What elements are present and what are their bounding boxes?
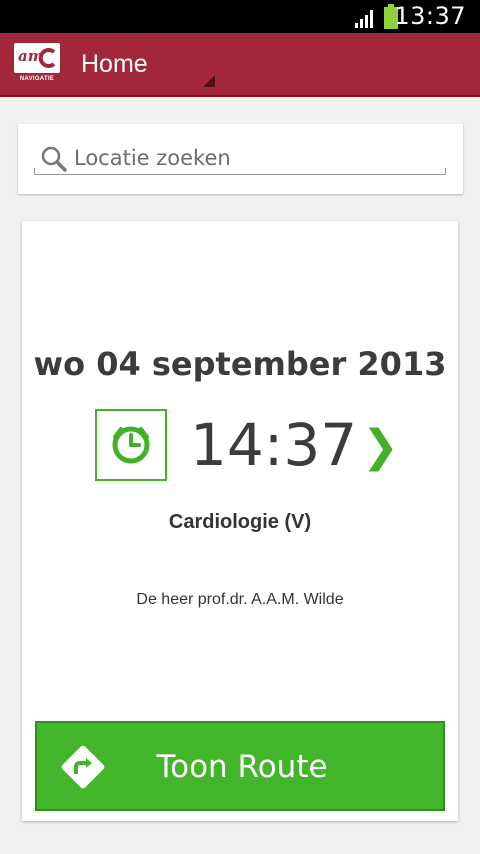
dropdown-indicator-icon — [203, 75, 215, 87]
action-bar: am NAVIGATIE Home — [0, 33, 480, 97]
page-title[interactable]: Home — [81, 50, 148, 79]
search-card — [18, 124, 463, 194]
status-time: 13:37 — [394, 2, 466, 30]
show-route-label: Toon Route — [156, 749, 328, 785]
clock-icon — [112, 426, 150, 464]
appointment-department: Cardiologie (V) — [168, 511, 312, 533]
appointment-date: wo 04 september 2013 — [33, 345, 447, 383]
app-logo[interactable]: am NAVIGATIE — [14, 43, 60, 85]
clock-icon-box — [95, 409, 167, 481]
status-bar: 13:37 — [0, 0, 480, 33]
search-underline-tick — [34, 168, 35, 175]
logo-swoosh-icon — [38, 48, 56, 68]
appointment-time: 14:37 — [190, 411, 358, 479]
appointment-doctor: De heer prof.dr. A.A.M. Wilde — [136, 591, 344, 608]
search-input[interactable] — [74, 142, 434, 174]
logo-mark: am — [14, 43, 60, 73]
signal-icon — [355, 10, 373, 28]
logo-caption: NAVIGATIE — [19, 76, 55, 82]
appointment-card: wo 04 september 2013 14:37 ❯ Cardiologie… — [22, 221, 458, 821]
chevron-right-icon[interactable]: ❯ — [362, 421, 399, 472]
search-underline — [34, 174, 446, 175]
search-underline-tick — [445, 168, 446, 175]
show-route-button[interactable]: Toon Route — [35, 721, 445, 811]
search-icon — [41, 146, 67, 172]
